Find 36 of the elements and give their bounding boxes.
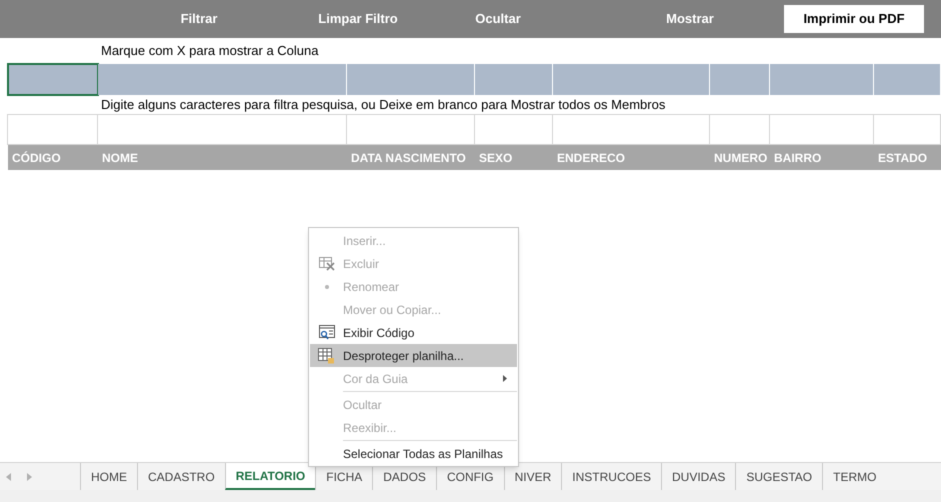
grid-lock-icon [318,348,335,364]
toolbar-button[interactable]: Mostrar [630,5,750,33]
toolbar-button[interactable]: Filtrar [139,5,259,33]
toolbar-button[interactable]: Ocultar [438,5,558,33]
submenu-arrow-icon [503,375,507,382]
column-header: CÓDIGO [11,150,62,166]
mark-cell[interactable] [8,64,98,95]
delete-table-icon [318,256,334,270]
scroll-right-icon[interactable] [27,472,32,480]
magnifier-window-icon [318,325,334,340]
column-header: BAIRRO [773,150,822,166]
column-header: NUMERO [713,150,768,166]
toolbar-button[interactable]: Limpar Filtro [298,5,418,33]
mark-cell[interactable] [347,64,475,95]
mark-cell[interactable] [553,64,710,95]
menu-item[interactable]: Exibir Código [310,321,517,344]
menu-item[interactable]: Selecionar Todas as Planilhas [310,439,517,465]
scroll-left-icon[interactable] [6,472,11,480]
mark-cell[interactable] [98,64,347,95]
filter-cell[interactable] [97,114,347,145]
mark-cell[interactable] [770,64,874,95]
instruction-text: Digite alguns caracteres para filtra pesquisa, ou Deixe em branco para Mostrar todos os Membros [101,96,666,114]
sheet-tab[interactable]: RELATORIO [224,463,316,490]
mark-cell[interactable] [874,64,941,95]
column-header: NOME [101,150,139,166]
column-header: ENDERECO [556,150,626,166]
mark-cell[interactable] [475,64,553,95]
filter-cell[interactable] [873,114,941,145]
toolbar-button[interactable]: Imprimir ou PDF [784,5,924,33]
mark-cell[interactable] [710,64,770,95]
column-header: ESTADO [877,150,928,166]
menu-item[interactable]: Desproteger planilha... [310,344,517,367]
instruction-text: Marque com X para mostrar a Coluna [101,42,318,60]
column-header: DATA NASCIMENTO [350,150,467,166]
column-header: SEXO [478,150,514,166]
filter-cell[interactable] [552,114,710,145]
